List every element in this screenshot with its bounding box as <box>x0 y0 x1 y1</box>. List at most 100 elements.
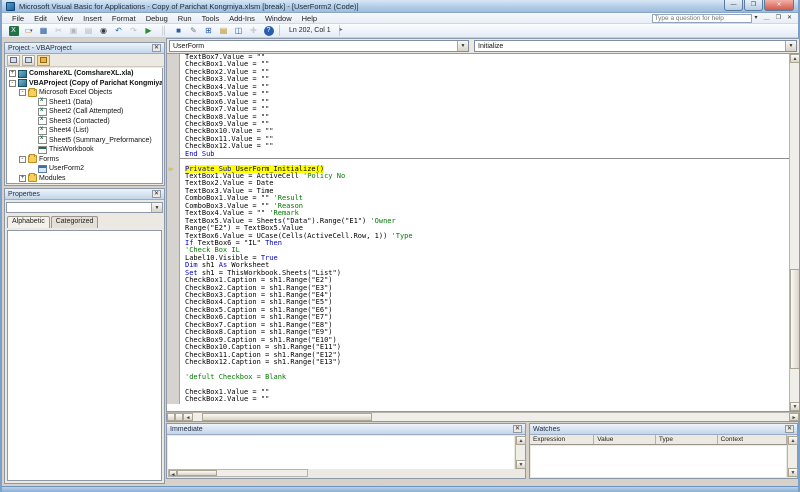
menu-debug[interactable]: Debug <box>141 14 173 23</box>
procedure-view-button[interactable] <box>167 413 175 421</box>
find-button[interactable]: ◉ <box>97 25 110 37</box>
margin-indicator-bar[interactable] <box>167 337 180 344</box>
tree-item[interactable]: -VBAProject (Copy of Parichat Kongmiya.x… <box>7 79 162 89</box>
menu-insert[interactable]: Insert <box>78 14 107 23</box>
toolbar-options-icon[interactable]: ▾ <box>752 14 761 23</box>
procedure-dropdown[interactable]: Initialize ▼ <box>474 40 797 52</box>
margin-indicator-bar[interactable] <box>167 396 180 403</box>
watches-column-context[interactable]: Context <box>718 435 787 444</box>
margin-indicator-bar[interactable] <box>167 218 180 225</box>
help-search-input[interactable] <box>652 14 752 23</box>
code-hscroll-thumb[interactable] <box>202 413 372 421</box>
expand-icon[interactable]: + <box>19 175 26 182</box>
undo-button[interactable]: ↶ <box>112 25 125 37</box>
margin-indicator-bar[interactable] <box>167 359 180 366</box>
margin-indicator-bar[interactable] <box>167 121 180 128</box>
toggle-folders-button[interactable] <box>37 55 50 66</box>
menu-format[interactable]: Format <box>107 14 141 23</box>
menu-window[interactable]: Window <box>260 14 297 23</box>
margin-indicator-bar[interactable] <box>167 247 180 254</box>
save-button[interactable]: ▦ <box>37 25 50 37</box>
margin-indicator-bar[interactable] <box>167 106 180 113</box>
margin-indicator-bar[interactable] <box>167 143 180 150</box>
scroll-up-icon[interactable]: ▲ <box>790 54 800 63</box>
tab-categorized[interactable]: Categorized <box>51 216 99 228</box>
tree-item[interactable]: +Modules <box>7 174 162 184</box>
margin-indicator-bar[interactable] <box>167 76 180 83</box>
run-button[interactable]: ▶ <box>142 25 155 37</box>
margin-indicator-bar[interactable] <box>167 99 180 106</box>
tree-item[interactable]: Sheet4 (List) <box>7 126 162 136</box>
margin-indicator-bar[interactable] <box>167 54 180 61</box>
minimize-button[interactable]: — <box>724 0 743 11</box>
toolbar-overflow-icon[interactable]: ▸ <box>339 25 347 36</box>
scroll-right-icon[interactable]: ► <box>789 413 799 421</box>
tree-item[interactable]: -Microsoft Excel Objects <box>7 88 162 98</box>
full-module-view-button[interactable] <box>175 413 183 421</box>
tree-item[interactable]: ThisWorkbook <box>7 145 162 155</box>
watches-column-type[interactable]: Type <box>656 435 718 444</box>
view-microsoft-excel-button[interactable]: X <box>7 25 20 37</box>
scroll-left-icon[interactable]: ◄ <box>169 470 177 476</box>
margin-indicator-bar[interactable] <box>167 61 180 68</box>
view-code-button[interactable] <box>7 55 20 66</box>
project-close-icon[interactable]: ✕ <box>152 44 161 52</box>
scroll-up-icon[interactable]: ▲ <box>788 436 798 445</box>
margin-indicator-bar[interactable] <box>167 292 180 299</box>
menu-file[interactable]: File <box>7 14 29 23</box>
expand-icon[interactable]: + <box>9 70 16 77</box>
code-vertical-scrollbar[interactable]: ▲ ▼ <box>789 54 799 411</box>
scroll-left-icon[interactable]: ◄ <box>183 413 193 421</box>
immediate-vertical-scrollbar[interactable]: ▲ ▼ <box>515 436 525 469</box>
properties-list[interactable] <box>7 230 162 481</box>
immediate-close-icon[interactable]: ✕ <box>513 425 522 433</box>
margin-indicator-bar[interactable] <box>167 240 180 247</box>
margin-indicator-bar[interactable] <box>167 114 180 121</box>
tab-alphabetic[interactable]: Alphabetic <box>7 216 50 228</box>
margin-indicator-bar[interactable] <box>167 188 180 195</box>
chevron-down-icon[interactable]: ▼ <box>785 41 796 51</box>
margin-indicator-bar[interactable] <box>167 195 180 202</box>
watches-vertical-scrollbar[interactable]: ▲ ▼ <box>787 436 797 477</box>
properties-close-icon[interactable]: ✕ <box>152 190 161 198</box>
watches-column-value[interactable]: Value <box>594 435 656 444</box>
insert-userform-button[interactable]: ▭▾ <box>22 25 35 37</box>
watches-list[interactable] <box>531 446 786 477</box>
margin-indicator-bar[interactable] <box>167 381 180 388</box>
margin-indicator-bar[interactable] <box>167 210 180 217</box>
menu-help[interactable]: Help <box>297 14 322 23</box>
margin-indicator-bar[interactable] <box>167 262 180 269</box>
watches-column-expression[interactable]: Expression <box>530 435 594 444</box>
tree-item[interactable]: Sheet2 (Call Attempted) <box>7 107 162 117</box>
mdi-minimize-icon[interactable]: ＿ <box>761 14 773 23</box>
tree-item[interactable]: UserForm2 <box>7 164 162 174</box>
project-explorer-button[interactable]: ⊞ <box>202 25 215 37</box>
margin-indicator-bar[interactable] <box>167 389 180 396</box>
immediate-hscroll-thumb[interactable] <box>177 470 217 476</box>
chevron-down-icon[interactable]: ▼ <box>457 41 468 51</box>
object-browser-button[interactable]: ◫ <box>232 25 245 37</box>
mdi-restore-icon[interactable]: ❐ <box>773 14 784 23</box>
tree-item[interactable]: Sheet5 (Summary_Preformance) <box>7 136 162 146</box>
chevron-down-icon[interactable]: ▼ <box>151 203 162 212</box>
margin-indicator-bar[interactable] <box>167 203 180 210</box>
margin-indicator-bar[interactable] <box>167 366 180 373</box>
scroll-down-icon[interactable]: ▼ <box>790 402 800 411</box>
watches-close-icon[interactable]: ✕ <box>785 425 794 433</box>
code-editor[interactable]: TextBox7.Value = ""CheckBox1.Value = ""C… <box>166 54 800 412</box>
reset-button[interactable]: ■ <box>172 25 185 37</box>
tree-item[interactable]: +ComshareXL (ComshareXL.xla) <box>7 69 162 79</box>
margin-indicator-bar[interactable] <box>167 91 180 98</box>
properties-window-button[interactable]: ▤ <box>217 25 230 37</box>
margin-indicator-bar[interactable] <box>167 173 180 180</box>
margin-indicator-bar[interactable] <box>167 128 180 135</box>
design-mode-button[interactable]: ✎ <box>187 25 200 37</box>
scroll-down-icon[interactable]: ▼ <box>516 460 526 469</box>
tree-item[interactable]: -Forms <box>7 155 162 165</box>
collapse-icon[interactable]: - <box>19 89 26 96</box>
margin-indicator-bar[interactable] <box>167 225 180 232</box>
immediate-input-area[interactable] <box>168 436 514 469</box>
margin-indicator-bar[interactable] <box>167 374 180 381</box>
margin-indicator-bar[interactable] <box>167 299 180 306</box>
margin-indicator-bar[interactable] <box>167 314 180 321</box>
